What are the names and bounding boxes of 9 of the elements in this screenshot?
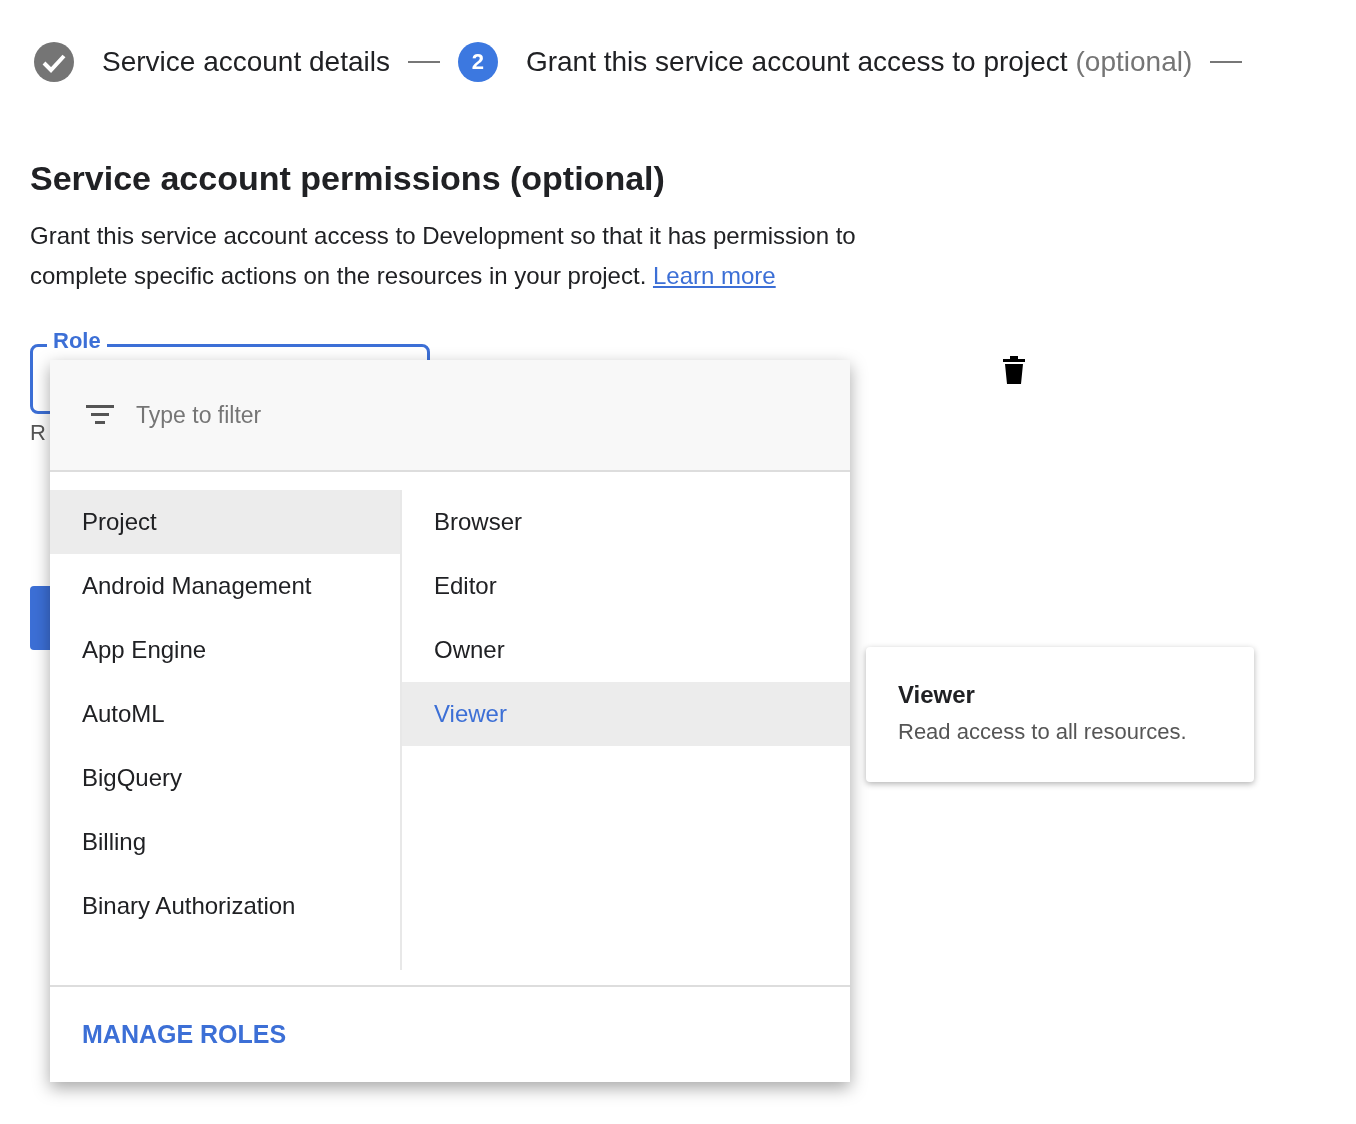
step-label: Grant this service account access to project bbox=[525, 46, 1068, 78]
step-number: 2 bbox=[457, 42, 498, 82]
tooltip-description: Read access to all resources. bbox=[898, 719, 1188, 745]
tooltip-title: Viewer bbox=[898, 681, 976, 709]
section-title: Service account permissions (optional) bbox=[30, 158, 666, 199]
section-description: Grant this service account access to Development so that it has permission to complete specific actions on the resources in your project. Learn more bbox=[30, 221, 857, 291]
step-label: Service account details bbox=[102, 46, 390, 78]
helper-text: R bbox=[30, 420, 47, 446]
step-optional-label: (optional) bbox=[1075, 46, 1193, 78]
